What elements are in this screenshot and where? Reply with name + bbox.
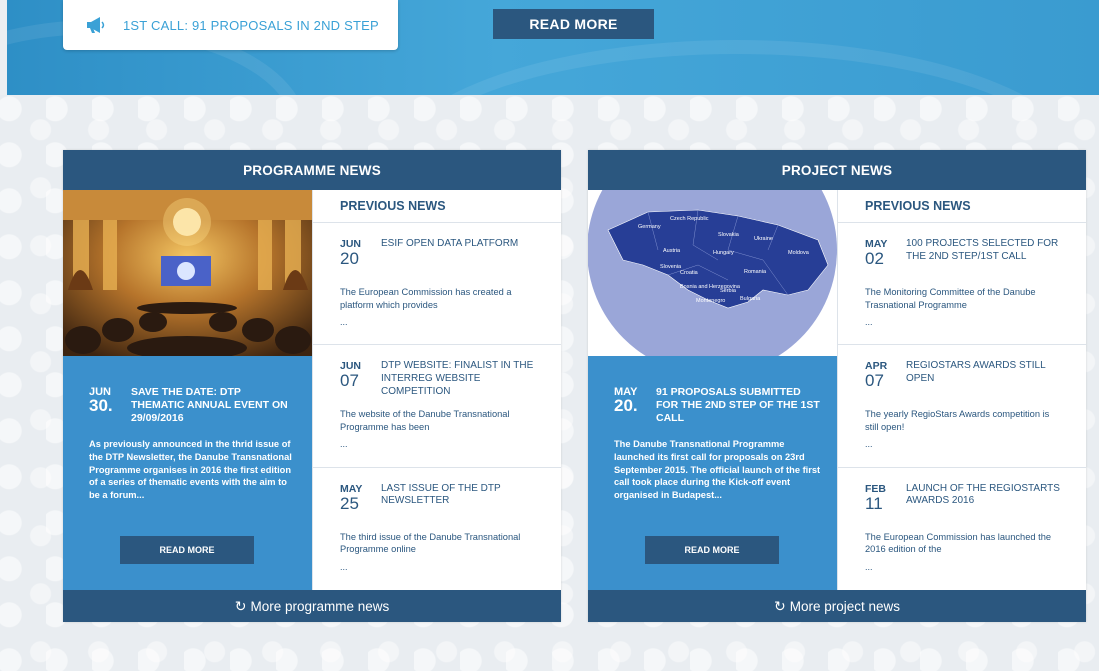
featured-date: JUN 30. <box>89 386 129 414</box>
more-programme-news-label[interactable]: More programme news <box>250 599 389 614</box>
news-date: APR 07 <box>865 360 887 390</box>
news-excerpt: The European Commission has launched the… <box>865 531 1052 555</box>
news-title[interactable]: LAST ISSUE OF THE DTP NEWSLETTER <box>381 483 541 508</box>
refresh-icon: ↻ <box>773 597 786 614</box>
more-project-news-link[interactable]: ↻ More project news <box>588 590 1086 622</box>
programme-read-more-button[interactable]: READ MORE <box>120 536 254 564</box>
news-day: 20 <box>340 249 359 268</box>
news-excerpt: The Monitoring Committee of the Danube T… <box>865 287 1036 310</box>
news-ellipsis: ... <box>865 317 873 327</box>
news-item[interactable]: MAY 02 100 PROJECTS SELECTED FOR THE 2ND… <box>838 223 1086 346</box>
news-excerpt: The third issue of the Danube Transnatio… <box>340 531 521 555</box>
map-label: Slovakia <box>718 232 740 238</box>
programme-news-header: PROGRAMME NEWS <box>63 150 561 190</box>
news-day: 07 <box>340 371 359 391</box>
previous-news-title: PREVIOUS NEWS <box>838 190 1086 223</box>
featured-date: MAY 20. <box>614 386 654 414</box>
news-excerpt: The website of the Danube Transnational … <box>340 409 510 433</box>
news-date: MAY 02 <box>865 238 887 268</box>
map-label: Germany <box>638 224 661 230</box>
news-item[interactable]: JUN 07 DTP WEBSITE: FINALIST IN THE INTE… <box>313 345 561 468</box>
news-ellipsis: ... <box>340 561 348 572</box>
news-day: 11 <box>865 493 883 513</box>
project-previous-news: PREVIOUS NEWS MAY 02 100 PROJECTS SELECT… <box>837 190 1086 590</box>
announcement-box[interactable]: 1ST CALL: 91 PROPOSALS IN 2ND STEP <box>63 0 398 50</box>
news-day: 02 <box>865 249 884 268</box>
announcement-text[interactable]: 1ST CALL: 91 PROPOSALS IN 2ND STEP <box>123 18 379 33</box>
news-date: JUN 07 <box>340 360 361 390</box>
news-item[interactable]: FEB 11 LAUNCH OF THE REGIOSTARTS AWARDS … <box>838 468 1086 590</box>
news-day: 07 <box>865 371 884 391</box>
megaphone-icon <box>87 17 105 33</box>
previous-news-title: PREVIOUS NEWS <box>313 190 561 223</box>
programme-news-panel: PROGRAMME NEWS JUN 30. SAVE THE DATE: DT… <box>63 150 561 622</box>
news-item[interactable]: APR 07 REGIOSTARS AWARDS STILL OPEN The … <box>838 345 1086 468</box>
more-programme-news-link[interactable]: ↻ More programme news <box>63 590 561 622</box>
map-label: Romania <box>744 269 767 275</box>
news-excerpt: The European Commission has created a pl… <box>340 287 512 310</box>
map-label: Croatia <box>680 270 699 276</box>
news-item[interactable]: MAY 25 LAST ISSUE OF THE DTP NEWSLETTER … <box>313 468 561 590</box>
news-day: 25 <box>340 493 359 513</box>
news-title[interactable]: REGIOSTARS AWARDS STILL OPEN <box>906 360 1066 385</box>
featured-excerpt: The Danube Transnational Programme launc… <box>614 439 821 501</box>
refresh-icon: ↻ <box>234 597 247 614</box>
map-label: Austria <box>663 248 681 254</box>
project-news-panel: PROJECT NEWS Germany Czech Republic Slov… <box>588 150 1086 622</box>
news-excerpt: The yearly RegioStars Awards competition… <box>865 409 1050 433</box>
map-label: Serbia <box>720 288 737 294</box>
featured-day: 20. <box>614 396 638 415</box>
news-month: FEB <box>865 482 886 495</box>
news-ellipsis: ... <box>865 439 873 450</box>
programme-featured-body: JUN 30. SAVE THE DATE: DTP THEMATIC ANNU… <box>63 356 312 590</box>
map-label: Ukraine <box>754 236 773 242</box>
featured-day: 30. <box>89 396 113 415</box>
news-title[interactable]: 100 PROJECTS SELECTED FOR THE 2ND STEP/1… <box>906 238 1066 263</box>
featured-excerpt: As previously announced in the thrid iss… <box>89 439 292 501</box>
featured-title[interactable]: SAVE THE DATE: DTP THEMATIC ANNUAL EVENT… <box>131 386 296 425</box>
news-item[interactable]: JUN 20 ESIF OPEN DATA PLATFORM The Europ… <box>313 223 561 346</box>
news-ellipsis: ... <box>340 439 348 450</box>
news-title[interactable]: ESIF OPEN DATA PLATFORM <box>381 238 541 251</box>
map-label: Bulgaria <box>740 296 761 302</box>
hero-wave <box>387 40 1087 95</box>
map-label: Hungary <box>713 250 734 256</box>
map-label: Czech Republic <box>670 216 709 222</box>
danube-region-map[interactable]: Germany Czech Republic Slovakia Ukraine … <box>588 190 837 356</box>
news-title[interactable]: DTP WEBSITE: FINALIST IN THE INTERREG WE… <box>381 360 541 398</box>
more-project-news-label[interactable]: More project news <box>790 599 900 614</box>
featured-title[interactable]: 91 PROPOSALS SUBMITTED FOR THE 2ND STEP … <box>656 386 821 425</box>
news-ellipsis: ... <box>865 561 873 572</box>
news-date: JUN 20 <box>340 238 361 268</box>
map-label: Slovenia <box>660 264 682 270</box>
programme-featured-news: JUN 30. SAVE THE DATE: DTP THEMATIC ANNU… <box>63 190 312 590</box>
news-date: MAY 25 <box>340 483 362 513</box>
project-news-header: PROJECT NEWS <box>588 150 1086 190</box>
project-featured-news: Germany Czech Republic Slovakia Ukraine … <box>588 190 837 590</box>
map-label: Montenegro <box>696 298 725 304</box>
news-month: MAY <box>340 482 363 495</box>
news-date: FEB 11 <box>865 483 886 513</box>
news-title[interactable]: LAUNCH OF THE REGIOSTARTS AWARDS 2016 <box>906 483 1066 508</box>
project-read-more-button[interactable]: READ MORE <box>645 536 779 564</box>
news-ellipsis: ... <box>340 317 348 327</box>
map-label: Moldova <box>788 250 810 256</box>
conference-hall-image[interactable] <box>63 190 312 356</box>
project-featured-body: MAY 20. 91 PROPOSALS SUBMITTED FOR THE 2… <box>588 356 837 590</box>
hero-read-more-button[interactable]: READ MORE <box>493 9 654 39</box>
programme-previous-news: PREVIOUS NEWS JUN 20 ESIF OPEN DATA PLAT… <box>312 190 561 590</box>
